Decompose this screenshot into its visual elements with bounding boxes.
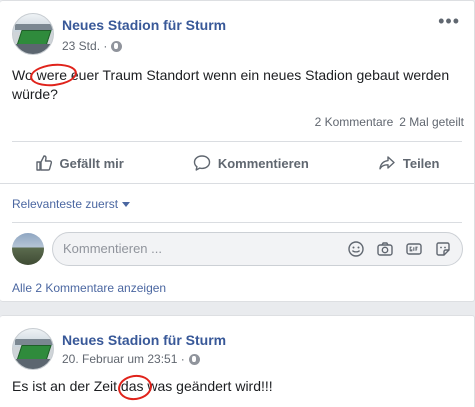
post-text: Es ist an der Zeit das was geändert wird… bbox=[12, 378, 273, 394]
view-all-comments-link[interactable]: Alle 2 Kommentare anzeigen bbox=[12, 281, 166, 295]
share-button[interactable]: Teilen bbox=[378, 154, 440, 172]
like-button[interactable]: Gefällt mir bbox=[35, 154, 124, 172]
comments-count-link[interactable]: 2 Kommentare bbox=[315, 115, 394, 129]
post-actions: Gefällt mir Kommentieren Teilen bbox=[0, 147, 474, 179]
share-arrow-icon bbox=[379, 156, 395, 170]
page-avatar[interactable] bbox=[12, 13, 54, 55]
divider bbox=[0, 183, 474, 184]
sticker-icon[interactable] bbox=[434, 240, 452, 258]
post-card: Neues Stadion für Sturm 20. Februar um 2… bbox=[0, 315, 475, 407]
comment-button[interactable]: Kommentieren bbox=[193, 154, 309, 172]
post-meta: 23 Std. · bbox=[62, 39, 123, 53]
composer-icons bbox=[347, 240, 452, 258]
page-name-link[interactable]: Neues Stadion für Sturm bbox=[62, 332, 226, 348]
like-label: Gefällt mir bbox=[59, 155, 124, 171]
post-timestamp[interactable]: 20. Februar um 23:51 · bbox=[62, 352, 185, 366]
post-timestamp[interactable]: 23 Std. · bbox=[62, 39, 107, 53]
gif-icon[interactable] bbox=[405, 240, 423, 258]
post-card: Neues Stadion für Sturm 23 Std. · ••• Wo… bbox=[0, 0, 475, 302]
user-avatar[interactable] bbox=[12, 233, 44, 265]
thumbs-up-icon bbox=[35, 155, 52, 171]
sort-label: Relevanteste zuerst bbox=[12, 197, 119, 211]
more-options-icon[interactable]: ••• bbox=[438, 11, 460, 32]
camera-icon[interactable] bbox=[376, 240, 394, 258]
comment-label: Kommentieren bbox=[217, 155, 309, 171]
comment-input[interactable] bbox=[63, 241, 323, 256]
post-stats: 2 Kommentare 2 Mal geteilt bbox=[315, 115, 464, 129]
page-name-link[interactable]: Neues Stadion für Sturm bbox=[62, 17, 226, 33]
caret-down-icon bbox=[122, 201, 131, 207]
comment-bubble-icon bbox=[193, 155, 211, 171]
post-meta: 20. Februar um 23:51 · bbox=[62, 352, 200, 366]
globe-icon bbox=[188, 353, 200, 365]
divider bbox=[12, 141, 462, 142]
comment-sort-dropdown[interactable]: Relevanteste zuerst bbox=[12, 197, 131, 211]
share-label: Teilen bbox=[402, 155, 440, 171]
emoji-icon[interactable] bbox=[347, 240, 365, 258]
divider bbox=[12, 222, 462, 223]
shares-count-link[interactable]: 2 Mal geteilt bbox=[399, 115, 464, 129]
comment-composer[interactable] bbox=[52, 232, 463, 266]
page-avatar[interactable] bbox=[12, 328, 54, 370]
globe-icon bbox=[111, 40, 123, 52]
post-text: Wo were euer Traum Standort wenn ein neu… bbox=[12, 67, 450, 102]
